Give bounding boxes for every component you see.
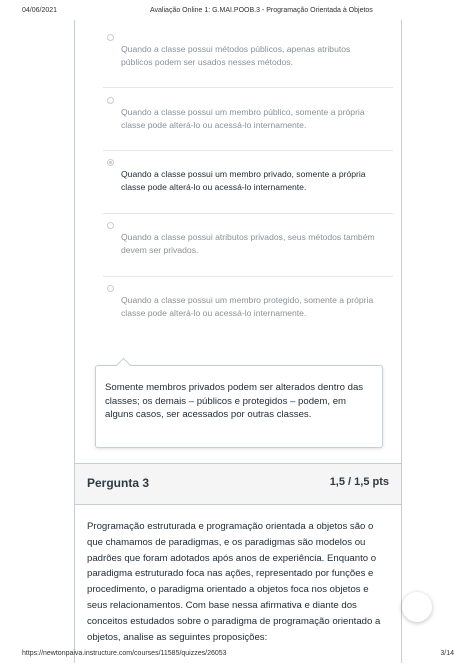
answer-divider [103, 213, 393, 214]
print-url: https://newtonpaiva.instructure.com/cour… [22, 650, 227, 657]
answer-divider [103, 87, 393, 88]
radio-button[interactable] [107, 222, 114, 229]
question-3-panel: Pergunta 3 1,5 / 1,5 pts Programação est… [74, 463, 402, 663]
page-number: 3/14 [440, 650, 454, 657]
answer-text: Quando a classe possui um membro público… [121, 107, 365, 130]
radio-button[interactable] [107, 34, 114, 41]
radio-button[interactable] [107, 285, 114, 292]
question-header: Pergunta 3 1,5 / 1,5 pts [75, 464, 401, 505]
answer-text: Quando a classe possui métodos públicos,… [121, 44, 351, 67]
pdf-footer: https://newtonpaiva.instructure.com/cour… [0, 650, 474, 662]
radio-button[interactable] [107, 97, 114, 104]
answer-text: Quando a classe possui um membro privado… [121, 169, 366, 192]
question-points: 1,5 / 1,5 pts [329, 476, 389, 488]
scroll-button[interactable] [402, 592, 432, 622]
question-2-panel: Quando a classe possui métodos públicos,… [74, 20, 402, 465]
print-date: 04/06/2021 [22, 7, 58, 14]
radio-button-selected[interactable] [107, 159, 114, 166]
answer-feedback: Somente membros privados podem ser alter… [95, 365, 383, 448]
feedback-text: Somente membros privados podem ser alter… [105, 382, 364, 420]
answer-text: Quando a classe possui um membro protegi… [121, 295, 374, 318]
pdf-header: 04/06/2021 Avaliação Online 1: G.MAI.POO… [0, 7, 474, 19]
answer-divider [103, 276, 393, 277]
answer-divider [103, 150, 393, 151]
question-title: Pergunta 3 [87, 476, 150, 490]
print-title: Avaliação Online 1: G.MAI.POOB.3 - Progr… [150, 7, 373, 14]
question-text: Programação estruturada e programação or… [87, 521, 381, 643]
answer-text: Quando a classe possui atributos privado… [121, 232, 375, 255]
